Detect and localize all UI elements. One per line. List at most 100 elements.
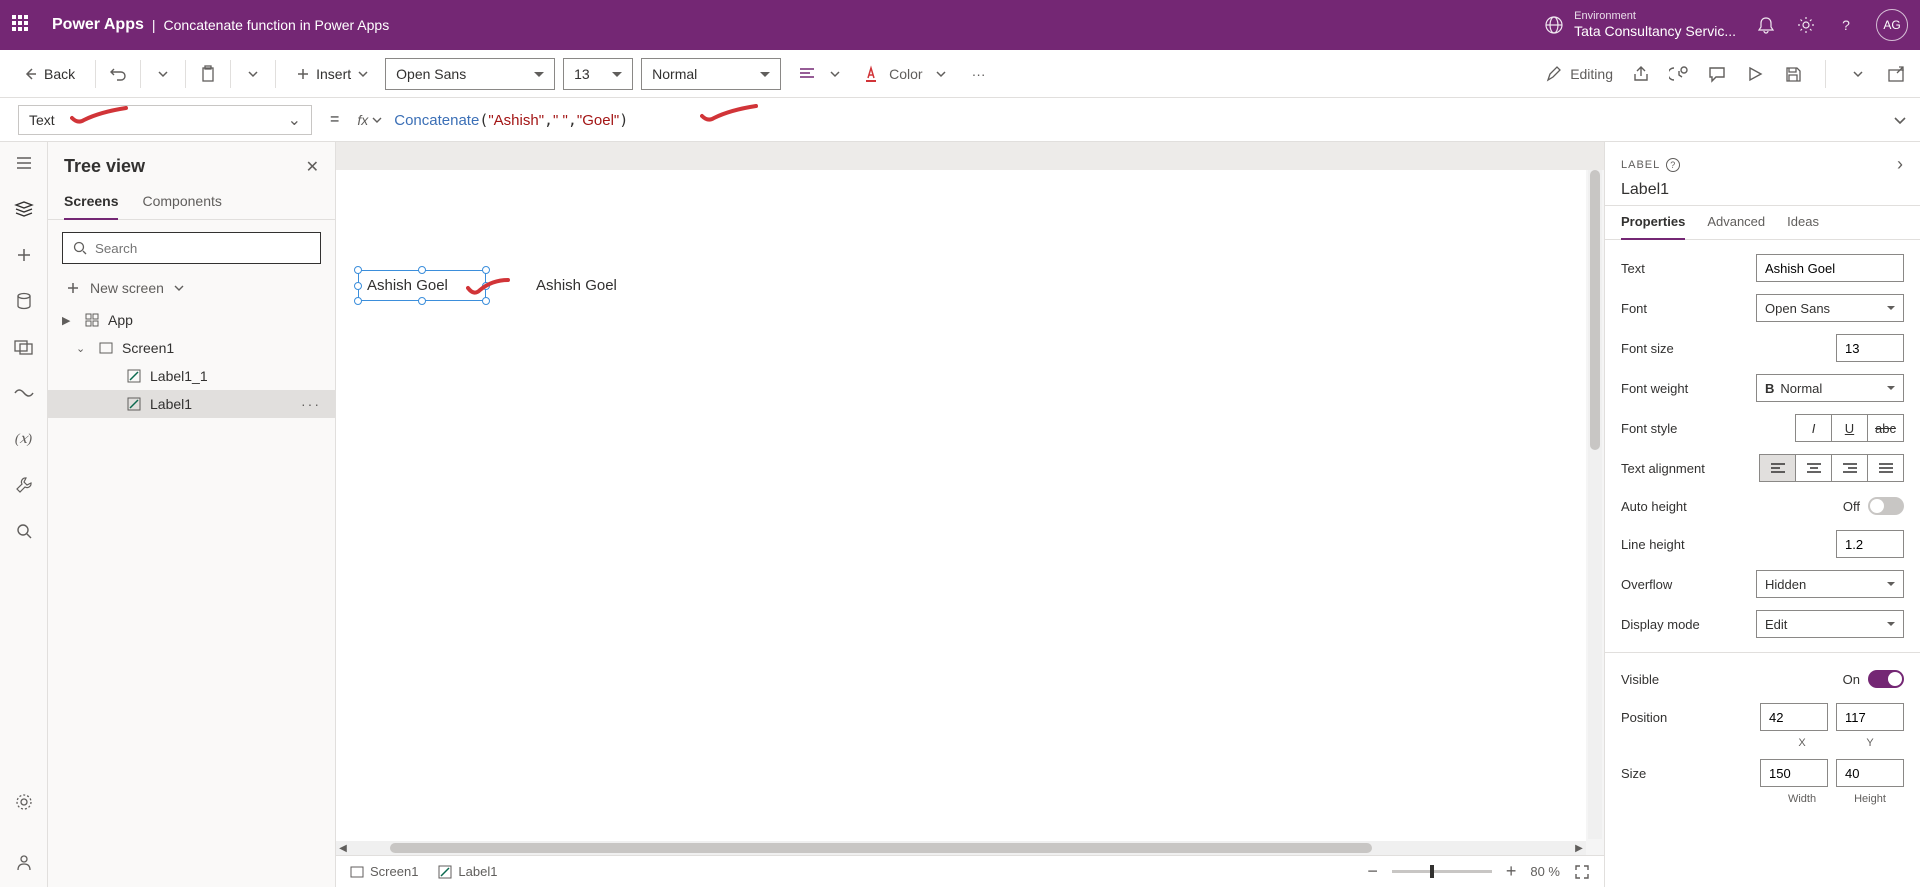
- back-button[interactable]: Back: [14, 62, 83, 86]
- horizontal-scrollbar[interactable]: ◀▶: [336, 841, 1586, 855]
- tree-item-label1-1[interactable]: Label1_1: [48, 362, 335, 390]
- media-icon[interactable]: [13, 336, 35, 358]
- prop-font-select[interactable]: Open Sans: [1756, 294, 1904, 322]
- prop-fontsize-input[interactable]: [1836, 334, 1904, 362]
- prop-width-input[interactable]: [1760, 759, 1828, 787]
- prop-displaymode-select[interactable]: Edit: [1756, 610, 1904, 638]
- tab-ideas[interactable]: Ideas: [1787, 214, 1819, 239]
- prop-text-input[interactable]: [1756, 254, 1904, 282]
- collapse-icon[interactable]: ›: [1897, 154, 1904, 175]
- tree-search[interactable]: [62, 232, 321, 264]
- prop-lineheight-label: Line height: [1621, 537, 1685, 552]
- color-label[interactable]: Color: [889, 66, 922, 82]
- app-header: Power Apps | Concatenate function in Pow…: [0, 0, 1920, 50]
- app-name[interactable]: Power Apps: [52, 16, 144, 34]
- canvas[interactable]: Ashish Goel Ashish Goel: [336, 170, 1586, 855]
- tab-components[interactable]: Components: [142, 187, 221, 219]
- help-icon[interactable]: ?: [1836, 15, 1856, 35]
- property-selector[interactable]: Text: [18, 105, 312, 135]
- undo-dropdown-icon[interactable]: [153, 64, 173, 84]
- tree-view-icon[interactable]: [13, 198, 35, 220]
- prop-fontsize-label: Font size: [1621, 341, 1674, 356]
- data-icon[interactable]: [13, 290, 35, 312]
- publish-icon[interactable]: [1886, 64, 1906, 84]
- color-dropdown-icon[interactable]: [931, 64, 951, 84]
- search-rail-icon[interactable]: [13, 520, 35, 542]
- align-center-button[interactable]: [1795, 454, 1832, 482]
- environment-picker[interactable]: Environment Tata Consultancy Servic...: [1544, 10, 1736, 40]
- formula-input[interactable]: Concatenate("Ashish"," ","Goel"): [394, 111, 1902, 129]
- prop-lineheight-input[interactable]: [1836, 530, 1904, 558]
- info-icon[interactable]: ?: [1666, 158, 1680, 172]
- label1-1-control[interactable]: Ashish Goel: [536, 277, 617, 294]
- align-icon[interactable]: [797, 64, 817, 84]
- save-dropdown-icon[interactable]: [1848, 64, 1868, 84]
- hamburger-icon[interactable]: [13, 152, 35, 174]
- font-color-icon[interactable]: [861, 64, 881, 84]
- undo-icon[interactable]: [108, 64, 128, 84]
- tree-item-label1[interactable]: Label1 ···: [48, 390, 335, 418]
- font-size-select[interactable]: 13: [563, 58, 633, 90]
- variables-icon[interactable]: (𝑥): [13, 428, 35, 450]
- prop-overflow-select[interactable]: Hidden: [1756, 570, 1904, 598]
- fit-icon[interactable]: [1574, 864, 1590, 880]
- new-screen-button[interactable]: New screen: [48, 276, 335, 306]
- more-icon[interactable]: ···: [301, 396, 321, 412]
- formula-bar: Text = fx Concatenate("Ashish"," ","Goel…: [0, 98, 1920, 142]
- settings-rail-icon[interactable]: [13, 791, 35, 813]
- more-icon[interactable]: ···: [969, 64, 989, 84]
- paste-dropdown-icon[interactable]: [243, 64, 263, 84]
- editing-mode-button[interactable]: Editing: [1546, 66, 1613, 82]
- control-name[interactable]: Label1: [1621, 181, 1904, 199]
- tab-advanced[interactable]: Advanced: [1707, 214, 1765, 239]
- tab-properties[interactable]: Properties: [1621, 214, 1685, 239]
- share-icon[interactable]: [1631, 64, 1651, 84]
- prop-y-input[interactable]: [1836, 703, 1904, 731]
- tab-screens[interactable]: Screens: [64, 187, 118, 219]
- status-screen[interactable]: Screen1: [350, 864, 418, 879]
- zoom-in-icon[interactable]: +: [1506, 861, 1517, 882]
- tree-item-screen1[interactable]: ⌄ Screen1: [48, 334, 335, 362]
- notifications-icon[interactable]: [1756, 15, 1776, 35]
- zoom-out-icon[interactable]: −: [1367, 861, 1378, 882]
- font-weight-select[interactable]: Normal: [641, 58, 781, 90]
- align-justify-button[interactable]: [1867, 454, 1904, 482]
- status-selected[interactable]: Label1: [438, 864, 497, 879]
- prop-fontweight-select[interactable]: BNormal: [1756, 374, 1904, 402]
- fx-label[interactable]: fx: [357, 112, 382, 128]
- underline-button[interactable]: U: [1831, 414, 1868, 442]
- tree-item-app[interactable]: ▶ App: [48, 306, 335, 334]
- prop-height-input[interactable]: [1836, 759, 1904, 787]
- tree-search-input[interactable]: [95, 241, 310, 256]
- user-avatar[interactable]: AG: [1876, 9, 1908, 41]
- prop-x-input[interactable]: [1760, 703, 1828, 731]
- close-icon[interactable]: ✕: [306, 157, 319, 177]
- equals-sign: =: [324, 111, 345, 129]
- align-left-button[interactable]: [1759, 454, 1796, 482]
- settings-icon[interactable]: [1796, 15, 1816, 35]
- zoom-slider[interactable]: [1392, 870, 1492, 873]
- insert-rail-icon[interactable]: [13, 244, 35, 266]
- strike-button[interactable]: abc: [1867, 414, 1904, 442]
- back-label: Back: [44, 66, 75, 82]
- italic-button[interactable]: I: [1795, 414, 1832, 442]
- paste-icon[interactable]: [198, 64, 218, 84]
- prop-font-label: Font: [1621, 301, 1647, 316]
- preview-icon[interactable]: [1745, 64, 1765, 84]
- align-dropdown-icon[interactable]: [825, 64, 845, 84]
- tree-title: Tree view: [64, 156, 145, 177]
- comments-icon[interactable]: [1707, 64, 1727, 84]
- align-right-button[interactable]: [1831, 454, 1868, 482]
- tools-icon[interactable]: [13, 474, 35, 496]
- autoheight-toggle[interactable]: [1868, 497, 1904, 515]
- expand-formula-icon[interactable]: [1892, 112, 1908, 128]
- save-icon[interactable]: [1783, 64, 1803, 84]
- waffle-icon[interactable]: [12, 15, 32, 35]
- font-select[interactable]: Open Sans: [385, 58, 555, 90]
- vertical-scrollbar[interactable]: [1588, 170, 1602, 839]
- insert-button[interactable]: Insert: [288, 62, 377, 86]
- flows-icon[interactable]: [13, 382, 35, 404]
- virtual-agent-icon[interactable]: [13, 851, 35, 873]
- visible-toggle[interactable]: [1868, 670, 1904, 688]
- checker-icon[interactable]: [1669, 64, 1689, 84]
